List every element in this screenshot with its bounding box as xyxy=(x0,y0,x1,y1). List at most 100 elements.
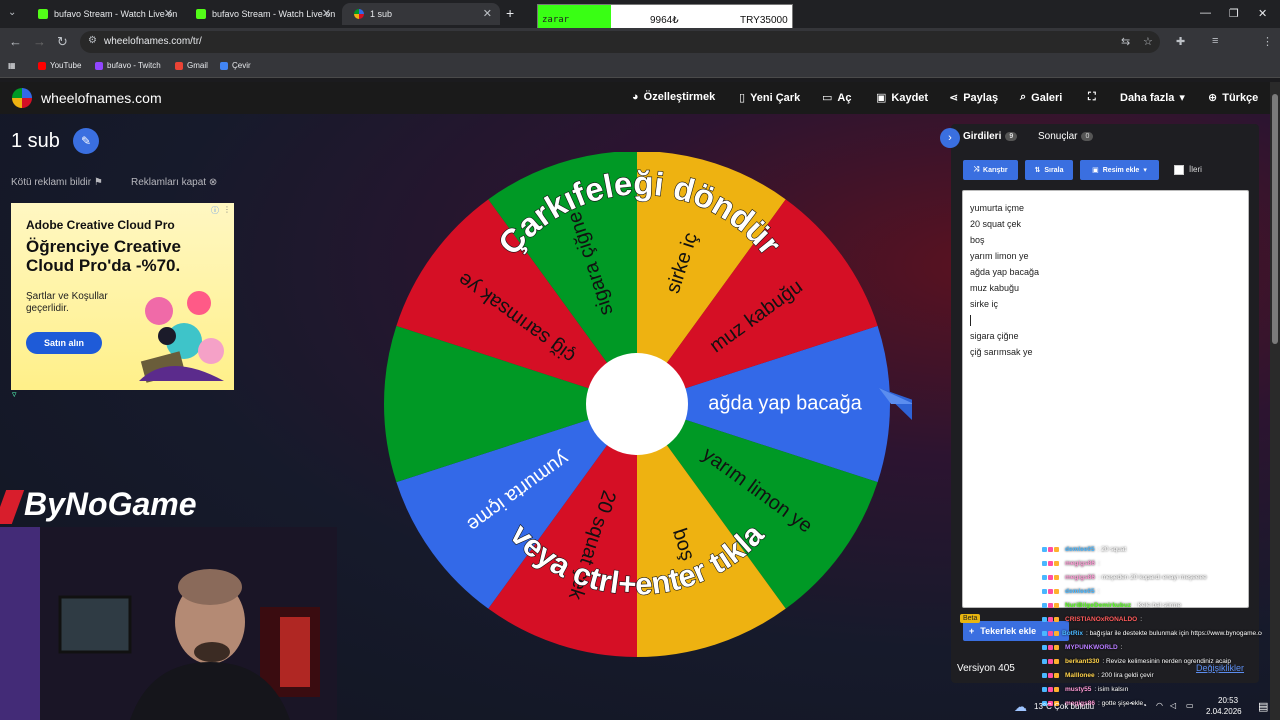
wheel-logo-icon[interactable] xyxy=(12,88,32,108)
chat-badges-icon xyxy=(1042,546,1062,552)
back-arrow-icon[interactable]: ← xyxy=(9,34,22,49)
chat-username: NuriBilgeDemirkubuz xyxy=(1065,601,1132,609)
chat-badges-icon xyxy=(1042,630,1059,636)
chat-text: : 20 squat xyxy=(1097,545,1127,553)
page-scrollbar[interactable] xyxy=(1270,82,1280,720)
apps-grid-icon[interactable]: ▦ xyxy=(8,61,16,70)
advanced-checkbox[interactable] xyxy=(1174,165,1184,175)
wheel-favicon-icon xyxy=(354,9,364,19)
tab-1[interactable]: bufavo Stream - Watch Live on ✕ xyxy=(26,3,181,25)
close-window-icon[interactable]: ✕ xyxy=(1258,7,1267,20)
clock-time[interactable]: 20:53 xyxy=(1218,696,1238,705)
text-cursor xyxy=(970,315,971,327)
bookmark-twitch[interactable]: bufavo - Twitch xyxy=(95,61,161,70)
tab-entries-label: Girdileri xyxy=(963,131,1002,142)
bynogame-mark-icon xyxy=(0,489,25,524)
fullscreen-icon: ⛶ xyxy=(1088,91,1096,103)
chat-message: megigs86: xyxy=(1042,556,1262,570)
weather-text[interactable]: 13°C Çok bulutlu xyxy=(1034,702,1094,711)
save-icon: ▣ xyxy=(876,92,887,104)
translate-icon[interactable]: ⇆ xyxy=(1121,35,1130,48)
ad-choices-icon[interactable]: ⓘ xyxy=(211,205,219,216)
tab-entries[interactable]: Girdileri 9 xyxy=(963,131,1018,142)
new-tab-plus-icon[interactable]: + xyxy=(506,5,514,21)
reload-icon[interactable]: ↻ xyxy=(57,34,68,50)
bookmark-youtube[interactable]: YouTube xyxy=(38,61,81,70)
site-name[interactable]: wheelofnames.com xyxy=(41,90,162,106)
new-wheel-button[interactable]: ▯ Yeni Çark xyxy=(739,91,800,105)
save-button[interactable]: ▣ Kaydet xyxy=(876,91,928,105)
close-circle-icon: ⊗ xyxy=(208,177,218,188)
share-button[interactable]: ⋖ Paylaş xyxy=(949,91,998,105)
chat-text: : xyxy=(1120,643,1123,651)
folder-icon: ▭ xyxy=(822,92,833,104)
bookmark-gmail[interactable]: Gmail xyxy=(175,61,208,70)
language-button[interactable]: ⊕ Türkçe xyxy=(1208,91,1258,105)
collapse-panel-chevron-icon[interactable]: › xyxy=(940,128,960,148)
ad-brand: Adobe Creative Cloud Pro xyxy=(26,218,175,232)
tab-3-active[interactable]: 1 sub ✕ xyxy=(342,3,500,25)
gallery-button[interactable]: ⌕ Galeri xyxy=(1020,91,1062,104)
tray-chevron-icon[interactable]: ⌃ xyxy=(1128,701,1135,710)
site-header: wheelofnames.com ◕ Özelleştirmek ▯ Yeni Ça… xyxy=(0,82,1270,114)
ad-buy-button[interactable]: Satın alın xyxy=(26,332,102,354)
volume-icon[interactable]: ◁ xyxy=(1170,701,1176,710)
chat-username: demlee05 xyxy=(1065,587,1095,595)
wheel-segment-label: ağda yap bacağa xyxy=(708,392,862,414)
menu-kebab-icon[interactable]: ⋮ xyxy=(1262,35,1273,48)
clock-date[interactable]: 2.04.2026 xyxy=(1206,707,1242,716)
chat-username: berkant330 xyxy=(1065,657,1100,665)
chat-username: MYPUNKWORLD xyxy=(1065,643,1118,651)
fullscreen-button[interactable]: ⛶ xyxy=(1088,91,1096,104)
minimize-icon[interactable]: — xyxy=(1200,7,1211,19)
network-icon[interactable]: ◔ xyxy=(1142,701,1147,710)
site-info-icon[interactable]: ⚙ xyxy=(88,35,97,46)
bookmark-translate[interactable]: Çevir xyxy=(220,61,251,70)
tab-search-icon[interactable]: ⌄ xyxy=(8,7,16,18)
adobe-ad[interactable]: ⓘ ⋮ Adobe Creative Cloud Pro Öğrenciye C… xyxy=(11,203,234,390)
notifications-icon[interactable]: ▤ xyxy=(1258,700,1268,713)
edit-title-pencil-icon[interactable]: ✎ xyxy=(73,128,99,154)
wifi-icon[interactable]: ◠ xyxy=(1156,701,1163,710)
close-icon[interactable]: ✕ xyxy=(164,7,173,20)
chat-badges-icon xyxy=(1042,658,1062,664)
close-icon[interactable]: ✕ xyxy=(483,7,492,20)
weather-cloud-icon[interactable]: ☁ xyxy=(1014,699,1027,715)
search-icon: ⌕ xyxy=(1020,91,1027,103)
wheel-center-button[interactable] xyxy=(586,353,688,455)
sort-button[interactable]: ⇅ Sırala xyxy=(1025,160,1073,180)
shuffle-button[interactable]: ⤨ Karıştır xyxy=(963,160,1018,180)
close-icon[interactable]: ✕ xyxy=(322,7,331,20)
nav-label: Özelleştirmek xyxy=(643,91,716,103)
shuffle-icon: ⤨ xyxy=(973,166,980,173)
entries-count-badge: 9 xyxy=(1005,132,1018,141)
bookmark-star-icon[interactable]: ☆ xyxy=(1143,35,1153,48)
report-ad-link[interactable]: Kötü reklamı bildir ⚑ xyxy=(11,177,103,188)
add-image-label: Resim ekle xyxy=(1102,166,1140,174)
address-bar-row: ← → ↻ ⚙ wheelofnames.com/tr/ ⇆ ☆ ✚ ≡ ⋮ xyxy=(0,28,1280,76)
ad-indicator-icon: ▿ xyxy=(12,389,17,399)
more-menu-button[interactable]: Daha fazla ▾ xyxy=(1120,91,1185,105)
kick-favicon-icon xyxy=(196,9,206,19)
close-ads-link[interactable]: Reklamları kapat ⊗ xyxy=(131,177,217,188)
webcam-image xyxy=(0,527,337,720)
bynogame-text: ByNoGame xyxy=(24,486,197,522)
tab-2[interactable]: bufavo Stream - Watch Live on ✕ xyxy=(184,3,339,25)
spinning-wheel[interactable]: ağda yap bacağayarım limon yeboş20 squat… xyxy=(382,152,912,662)
entry-line: sirke iç xyxy=(970,299,999,309)
chat-text: : bağışlar ile destekte bulunmak için ht… xyxy=(1085,629,1262,637)
open-button[interactable]: ▭ Aç xyxy=(822,91,851,105)
extensions-icon[interactable]: ✚ xyxy=(1176,35,1185,48)
battery-icon[interactable]: ▭ xyxy=(1186,701,1194,710)
ad-terms: Şartlar ve Koşullar geçerlidir. xyxy=(26,291,108,314)
tab-results[interactable]: Sonuçlar 0 xyxy=(1038,131,1094,142)
add-image-button[interactable]: ▣ Resim ekle ▾ xyxy=(1080,160,1159,180)
url-field[interactable]: ⚙ wheelofnames.com/tr/ xyxy=(80,31,1160,53)
ad-close-icon[interactable]: ⋮ xyxy=(223,205,231,214)
bynogame-logo: ByNoGame xyxy=(0,486,200,526)
scrollbar-thumb[interactable] xyxy=(1272,94,1278,344)
customize-button[interactable]: ◕ Özelleştirmek xyxy=(632,91,715,103)
forward-arrow-icon[interactable]: → xyxy=(33,34,46,49)
media-icon[interactable]: ≡ xyxy=(1212,35,1218,47)
restore-icon[interactable]: ❐ xyxy=(1229,7,1239,20)
